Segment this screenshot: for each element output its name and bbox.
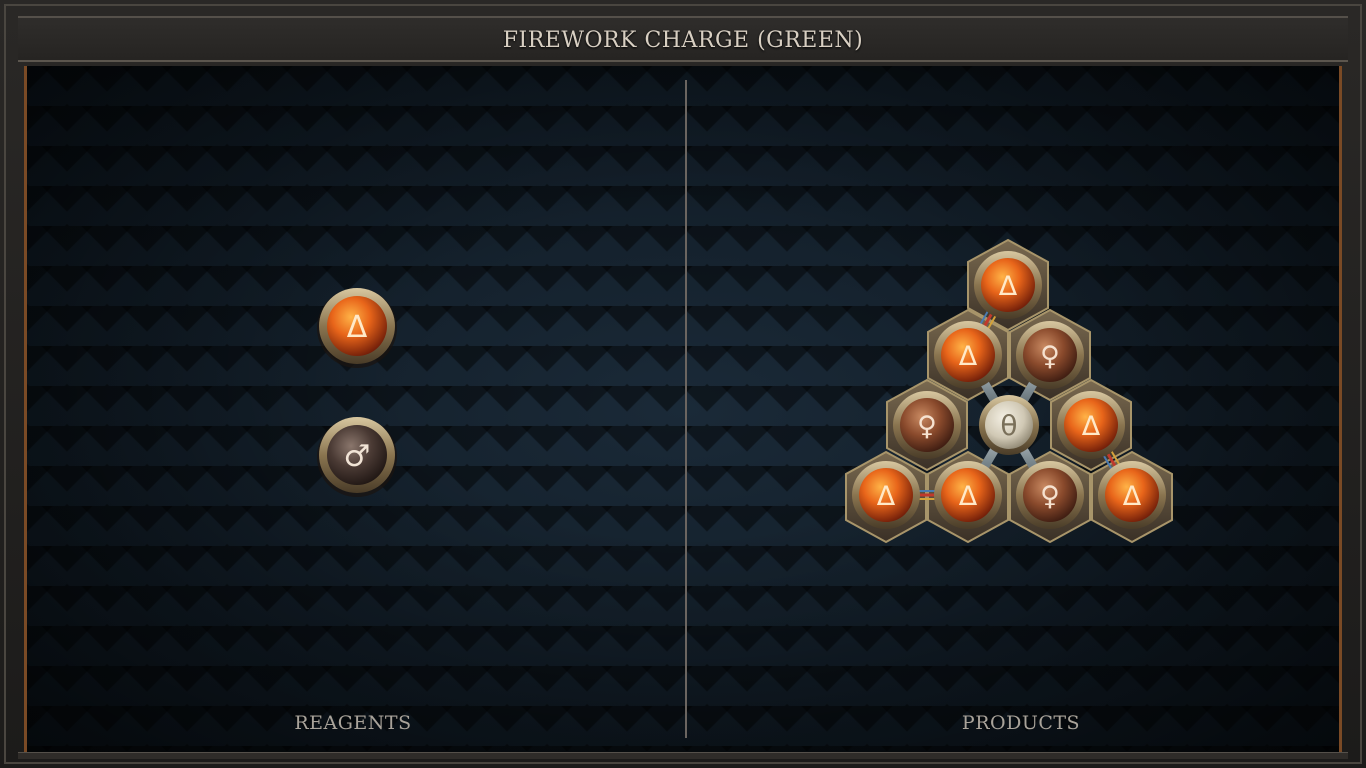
fire-icon: Δ <box>1123 481 1142 512</box>
fire-icon: Δ <box>877 481 896 512</box>
venus-icon: ♀ <box>1040 341 1060 372</box>
fire-icon: Δ <box>347 310 368 345</box>
center-salt-atom: θ <box>979 395 1039 455</box>
reagent-fire-atom[interactable]: Δ <box>317 288 397 368</box>
product-atom: Δ <box>852 461 920 529</box>
product-atom: Δ <box>934 321 1002 389</box>
scene-layer: Δ ♂ θ Δ Δ ♀ ♀ Δ Δ Δ ♀ Δ <box>317 238 1173 544</box>
product-atom: Δ <box>974 251 1042 319</box>
salt-icon: θ <box>1000 409 1017 442</box>
fire-icon: Δ <box>1082 411 1101 442</box>
product-atom: ♀ <box>1016 321 1084 389</box>
product-atom: Δ <box>1098 461 1166 529</box>
reagents-area: Δ ♂ <box>317 288 397 497</box>
product-atom: ♀ <box>1016 461 1084 529</box>
fire-icon: Δ <box>959 481 978 512</box>
venus-icon: ♀ <box>1040 481 1060 512</box>
product-molecule[interactable]: θ Δ Δ ♀ ♀ Δ Δ Δ ♀ Δ <box>845 238 1173 544</box>
reagent-iron-atom[interactable]: ♂ <box>317 417 397 497</box>
product-atom: ♀ <box>893 391 961 459</box>
product-atom: Δ <box>1057 391 1125 459</box>
fire-icon: Δ <box>959 341 978 372</box>
product-atom: Δ <box>934 461 1002 529</box>
mars-icon: ♂ <box>344 439 371 474</box>
venus-icon: ♀ <box>917 411 937 442</box>
fire-icon: Δ <box>999 271 1018 302</box>
